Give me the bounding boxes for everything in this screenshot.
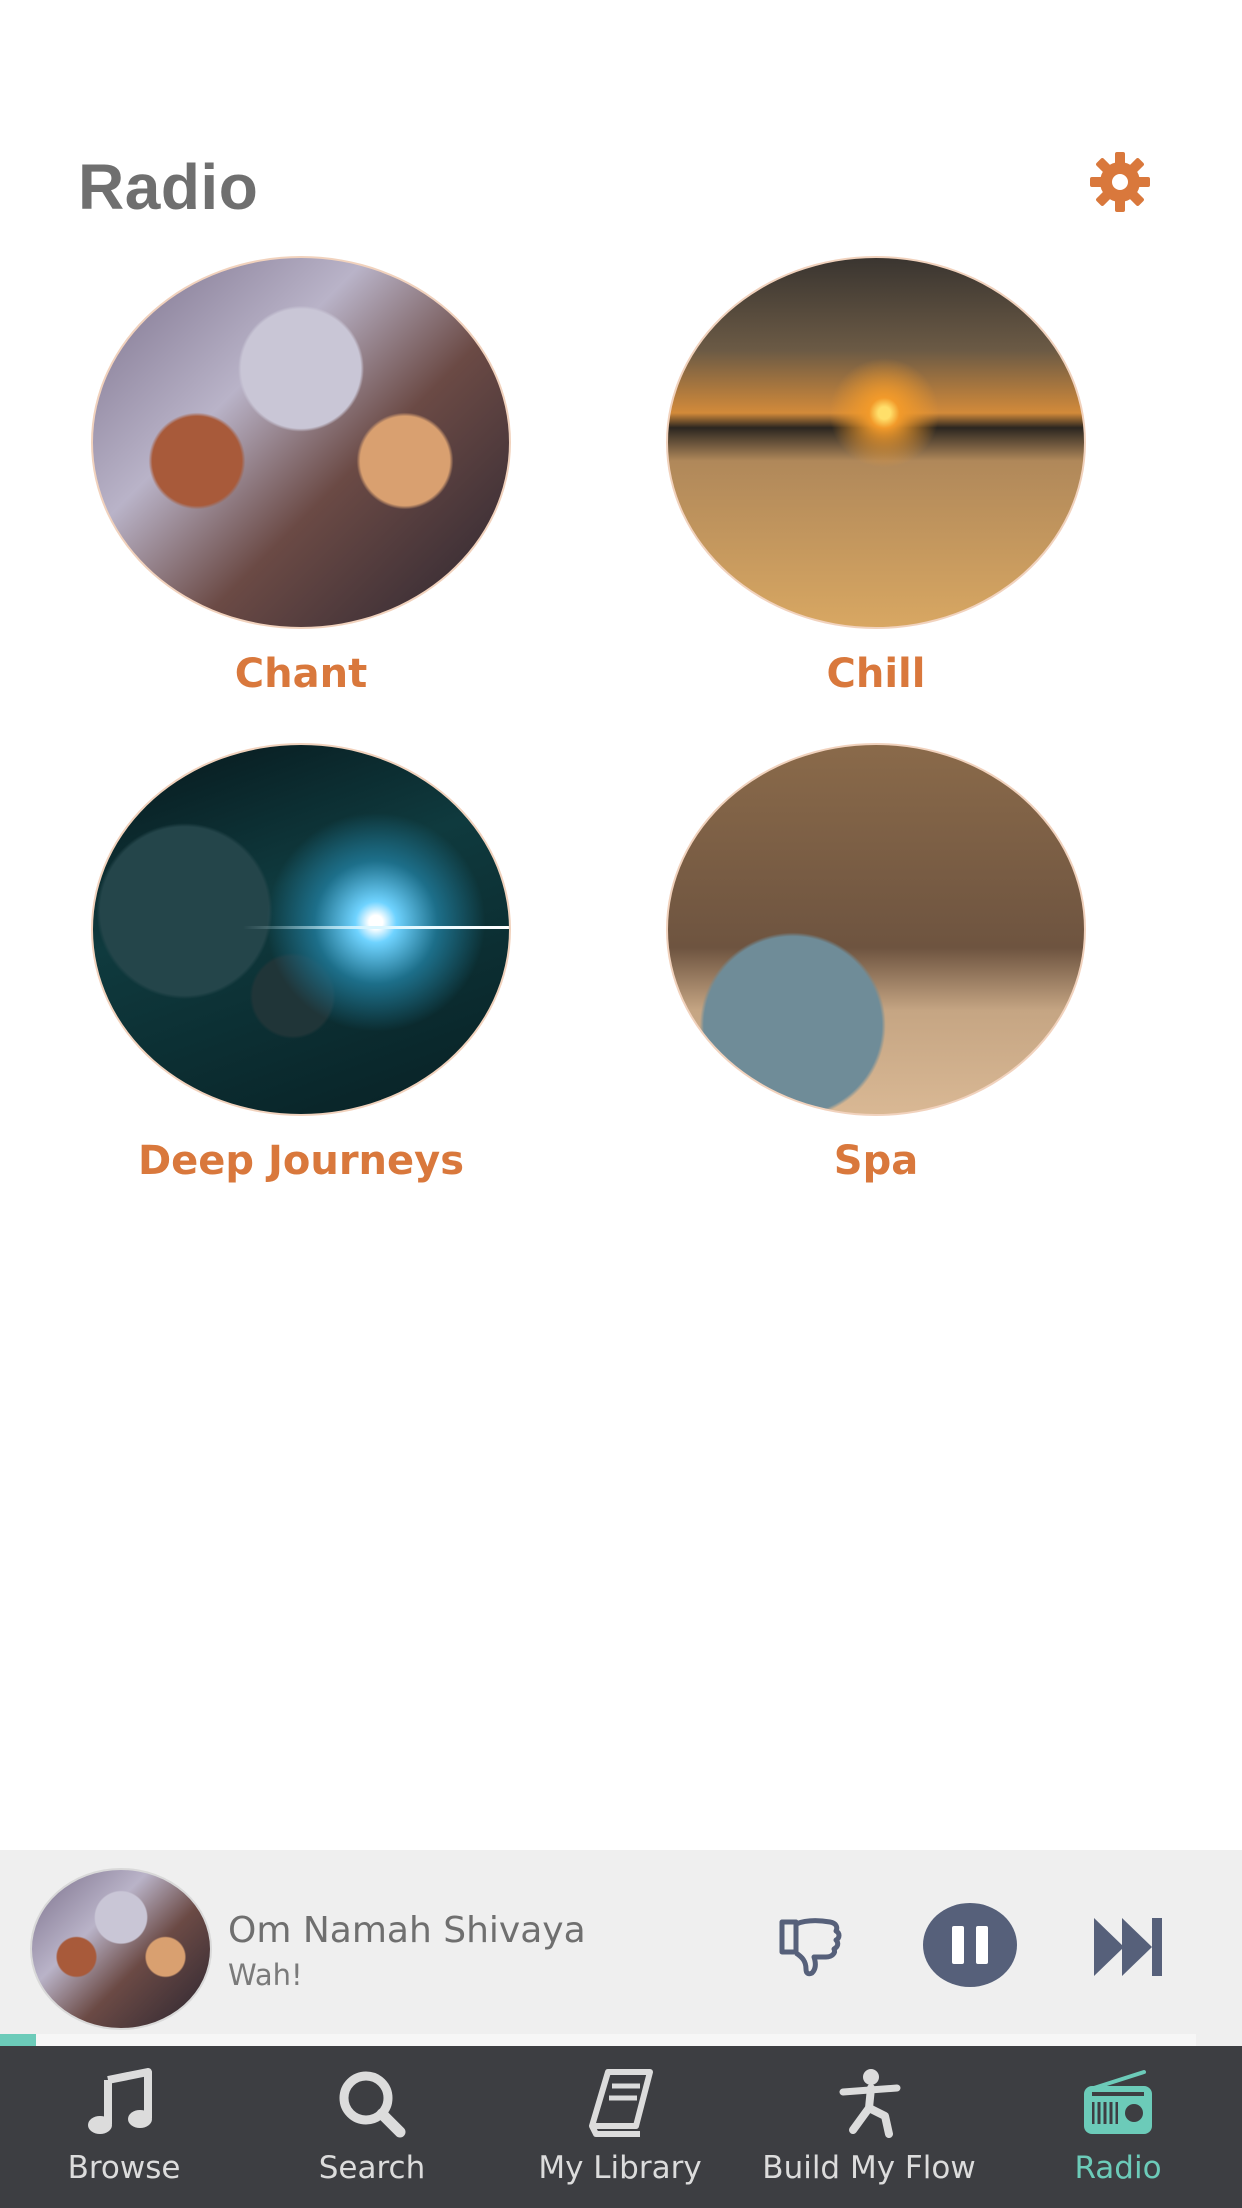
station-label: Deep Journeys: [137, 1138, 465, 1184]
station-chill[interactable]: Chill: [666, 256, 1086, 697]
tab-label: My Library: [538, 2150, 702, 2186]
track-artist[interactable]: Wah!: [228, 1958, 303, 1992]
station-spa-artwork: [666, 743, 1086, 1116]
thumbs-down-icon: [779, 1918, 842, 1977]
search-icon: [339, 2071, 406, 2138]
tab-label: Search: [318, 2150, 426, 2186]
station-label: Chant: [234, 651, 368, 697]
station-chant-artwork: [91, 256, 511, 629]
tab-label: Browse: [67, 2150, 181, 2186]
tab-label: Build My Flow: [762, 2150, 976, 2186]
pause-icon: [923, 1903, 1017, 1987]
playback-progress-fill: [0, 2034, 36, 2046]
gear-icon: [1090, 152, 1150, 212]
station-chill-artwork: [666, 256, 1086, 629]
header: Radio: [78, 140, 1152, 230]
page-title: Radio: [78, 151, 259, 223]
book-icon: [589, 2069, 653, 2137]
tab-build-my-flow[interactable]: Build My Flow: [756, 2046, 982, 2208]
tab-label: Radio: [1074, 2150, 1162, 2186]
station-deep-journeys-artwork: [91, 743, 511, 1116]
mini-player: Om Namah Shivaya Wah!: [0, 1850, 1242, 2046]
light-beam: [242, 925, 509, 929]
music-note-icon: [88, 2068, 152, 2134]
station-label: Spa: [833, 1138, 919, 1184]
track-title[interactable]: Om Namah Shivaya: [228, 1910, 586, 1951]
station-deep-journeys[interactable]: Deep Journeys: [91, 743, 511, 1184]
radio-icon: [1084, 2070, 1152, 2134]
tab-bar: Browse Search My Library Build My Flow R…: [0, 2046, 1242, 2208]
tab-search[interactable]: Search: [292, 2046, 452, 2208]
yoga-figure-icon: [839, 2069, 901, 2138]
station-chant[interactable]: Chant: [91, 256, 511, 697]
skip-next-icon: [1094, 1918, 1162, 1976]
tab-my-library[interactable]: My Library: [520, 2046, 720, 2208]
playback-progress-bar[interactable]: [0, 2034, 1196, 2046]
now-playing-artwork[interactable]: [30, 1868, 212, 2030]
skip-next-button[interactable]: [1090, 1914, 1166, 1980]
thumbs-down-button[interactable]: [776, 1912, 848, 1984]
station-spa[interactable]: Spa: [666, 743, 1086, 1184]
pause-button[interactable]: [922, 1902, 1018, 1988]
tab-radio[interactable]: Radio: [1036, 2046, 1200, 2208]
settings-button[interactable]: [1088, 150, 1152, 214]
tab-browse[interactable]: Browse: [44, 2046, 204, 2208]
station-label: Chill: [826, 651, 926, 697]
